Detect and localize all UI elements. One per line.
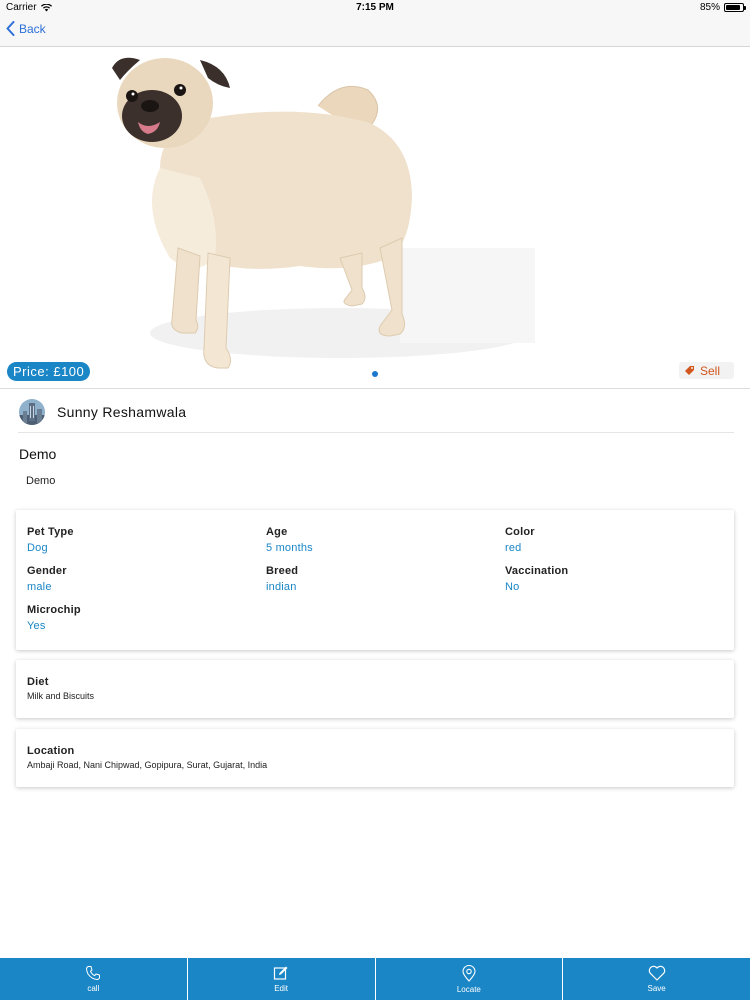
- edit-icon: [274, 966, 288, 980]
- detail-color: Color red: [505, 526, 535, 554]
- detail-label: Pet Type: [27, 526, 74, 538]
- price-badge: Price: £100: [7, 362, 91, 381]
- bottom-action-bar: call Edit Locate Save: [0, 958, 750, 1000]
- detail-label: Vaccination: [505, 565, 569, 577]
- owner-row[interactable]: Sunny Reshamwala: [18, 398, 734, 433]
- sell-tag: Sell: [679, 362, 734, 379]
- detail-gender: Gender male: [27, 565, 67, 593]
- save-label: Save: [647, 984, 666, 993]
- phone-icon: [86, 966, 101, 980]
- call-button[interactable]: call: [0, 958, 187, 1000]
- detail-label: Color: [505, 526, 535, 538]
- save-button[interactable]: Save: [562, 958, 750, 1000]
- heart-icon: [648, 965, 665, 981]
- sell-label: Sell: [700, 363, 721, 378]
- pet-details-card: Pet Type Dog Age 5 months Color red Gend…: [16, 510, 734, 650]
- back-button[interactable]: Back: [6, 21, 46, 36]
- chevron-left-icon: [6, 21, 15, 36]
- detail-label: Breed: [266, 565, 299, 577]
- detail-value: 5 months: [266, 542, 313, 554]
- clock: 7:15 PM: [356, 2, 394, 13]
- location-card: Location Ambaji Road, Nani Chipwad, Gopi…: [16, 729, 734, 787]
- listing-title: Demo: [19, 446, 57, 462]
- detail-vaccination: Vaccination No: [505, 565, 568, 593]
- listing-description: Demo: [26, 475, 56, 487]
- battery-percent: 85%: [699, 2, 720, 13]
- edit-label: Edit: [274, 984, 289, 993]
- detail-value: male: [27, 581, 52, 593]
- navigation-bar: Back: [0, 16, 750, 47]
- back-label: Back: [19, 21, 46, 36]
- avatar: [19, 398, 45, 425]
- location-value: Ambaji Road, Nani Chipwad, Gopipura, Sur…: [27, 760, 268, 770]
- locate-button[interactable]: Locate: [374, 958, 563, 1000]
- hero-divider: [0, 388, 750, 389]
- diet-label: Diet: [27, 676, 49, 688]
- detail-microchip: Microchip Yes: [27, 604, 81, 632]
- diet-value: Milk and Biscuits: [27, 691, 95, 701]
- pet-photo: [112, 57, 535, 369]
- carousel-page-indicator: [372, 371, 378, 377]
- location-label: Location: [27, 745, 75, 757]
- location-pin-icon: [462, 964, 476, 982]
- owner-name: Sunny Reshamwala: [57, 403, 187, 420]
- detail-value: indian: [266, 581, 297, 593]
- status-bar: Carrier 7:15 PM 85%: [0, 0, 750, 16]
- pet-photo-carousel[interactable]: Price: £100 Sell: [0, 48, 750, 388]
- detail-value: No: [505, 581, 520, 593]
- edit-button[interactable]: Edit: [186, 958, 375, 1000]
- battery-icon: [724, 3, 746, 12]
- tag-icon: [685, 366, 694, 375]
- detail-value: Yes: [27, 620, 46, 632]
- detail-pet-type: Pet Type Dog: [27, 526, 74, 554]
- call-label: call: [87, 984, 100, 993]
- diet-card: Diet Milk and Biscuits: [16, 660, 734, 718]
- detail-value: red: [505, 542, 522, 554]
- detail-label: Microchip: [27, 604, 81, 616]
- detail-breed: Breed indian: [266, 565, 298, 593]
- detail-label: Gender: [27, 565, 67, 577]
- detail-label: Age: [266, 526, 288, 538]
- battery-indicator: 85%: [699, 2, 746, 13]
- detail-age: Age 5 months: [266, 526, 313, 554]
- battery-level-fill: [726, 5, 740, 10]
- locate-label: Locate: [456, 984, 481, 994]
- detail-value: Dog: [27, 542, 48, 554]
